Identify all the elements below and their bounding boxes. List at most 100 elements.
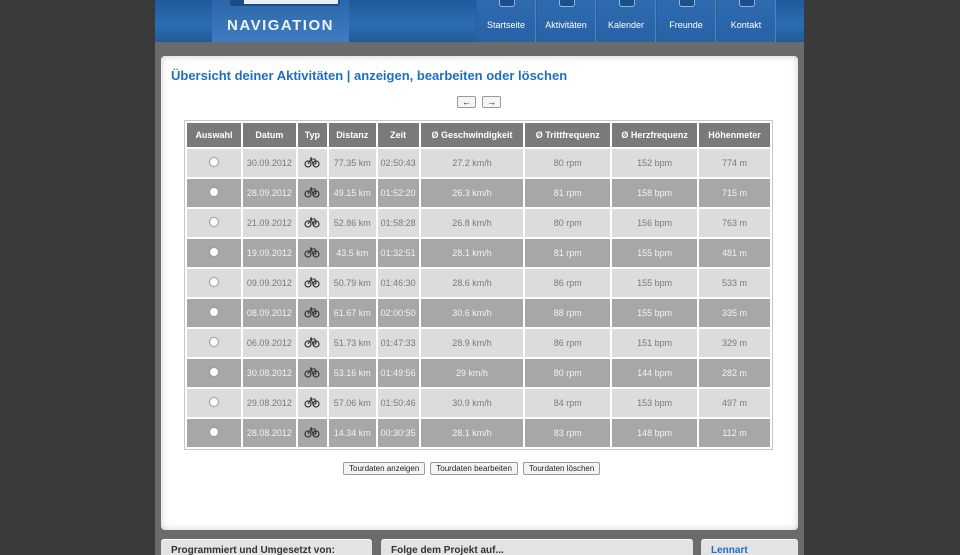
type-cell xyxy=(297,299,327,327)
heart-rate-cell: 144 bpm xyxy=(612,359,698,387)
elevation-cell: 497 m xyxy=(699,389,770,417)
nav-label: Kalender xyxy=(607,20,645,30)
pager: ← → xyxy=(457,96,501,108)
table-row[interactable]: 08.09.2012 61.67 km 02:00:50 30.6 km/h 88 rp… xyxy=(187,299,770,327)
col-header-distanz: Distanz xyxy=(328,123,376,147)
table-row[interactable]: 28.08.2012 14.34 km 00:30:35 28.1 km/h 83 rp… xyxy=(187,419,770,447)
cadence-cell: 81 rpm xyxy=(525,239,611,267)
type-cell xyxy=(297,209,327,237)
activity-icon xyxy=(559,0,575,7)
distance-cell: 49.15 km xyxy=(328,179,376,207)
distance-cell: 52.86 km xyxy=(328,209,376,237)
footer-credits-label: Programmiert und Umgesetzt von: xyxy=(171,545,335,555)
table-row[interactable]: 06.09.2012 51.73 km 01:47:33 28.9 km/h 86 rp… xyxy=(187,329,770,357)
row-select-radio[interactable] xyxy=(208,187,219,197)
type-cell xyxy=(297,359,327,387)
footer-follow: Folge dem Projekt auf... xyxy=(381,539,693,555)
edit-tour-button[interactable]: Tourdaten bearbeiten xyxy=(430,462,518,475)
main-nav: Startseite Aktivitäten Kalender Freunde … xyxy=(476,0,776,42)
table-row[interactable]: 30.08.2012 53.16 km 01:49:56 29 km/h 80 rpm 1… xyxy=(187,359,770,387)
col-header-typ: Typ xyxy=(297,123,327,147)
distance-cell: 14.34 km xyxy=(328,419,376,447)
select-cell xyxy=(187,419,241,447)
row-select-radio[interactable] xyxy=(208,427,219,437)
time-cell: 01:50:46 xyxy=(377,389,419,417)
home-icon xyxy=(499,0,515,7)
cadence-cell: 80 rpm xyxy=(525,149,611,177)
row-select-radio[interactable] xyxy=(208,337,219,347)
cadence-cell: 83 rpm xyxy=(525,419,611,447)
nav-item-startseite[interactable]: Startseite xyxy=(476,0,536,42)
elevation-cell: 282 m xyxy=(699,359,770,387)
speed-cell: 30.9 km/h xyxy=(420,389,524,417)
heart-rate-cell: 148 bpm xyxy=(612,419,698,447)
row-select-radio[interactable] xyxy=(208,157,219,167)
cadence-cell: 86 rpm xyxy=(525,329,611,357)
cadence-cell: 88 rpm xyxy=(525,299,611,327)
select-cell xyxy=(187,389,241,417)
date-cell: 08.09.2012 xyxy=(242,299,296,327)
row-select-radio[interactable] xyxy=(208,277,219,287)
nav-item-kontakt[interactable]: Kontakt xyxy=(716,0,776,42)
bike-icon xyxy=(304,276,320,288)
date-cell: 30.09.2012 xyxy=(242,149,296,177)
select-cell xyxy=(187,149,241,177)
elevation-cell: 715 m xyxy=(699,179,770,207)
select-cell xyxy=(187,269,241,297)
delete-tour-button[interactable]: Tourdaten löschen xyxy=(522,462,601,475)
next-page-button[interactable]: → xyxy=(482,96,501,108)
heart-rate-cell: 158 bpm xyxy=(612,179,698,207)
row-select-radio[interactable] xyxy=(208,247,219,257)
elevation-cell: 329 m xyxy=(699,329,770,357)
distance-cell: 53.16 km xyxy=(328,359,376,387)
distance-cell: 51.73 km xyxy=(328,329,376,357)
table-row[interactable]: 21.09.2012 52.86 km 01:58:28 26.8 km/h 80 rp… xyxy=(187,209,770,237)
select-cell xyxy=(187,329,241,357)
row-select-radio[interactable] xyxy=(208,307,219,317)
page-title: Übersicht deiner Aktivitäten | anzeigen,… xyxy=(171,68,568,83)
heart-rate-cell: 156 bpm xyxy=(612,209,698,237)
nav-item-kalender[interactable]: Kalender xyxy=(596,0,656,42)
brand[interactable]: NAVIGATION xyxy=(212,0,349,42)
table-row[interactable]: 30.09.2012 77.35 km 02:50:43 27.2 km/h 80 rp… xyxy=(187,149,770,177)
heart-rate-cell: 152 bpm xyxy=(612,149,698,177)
distance-cell: 61.67 km xyxy=(328,299,376,327)
nav-item-freunde[interactable]: Freunde xyxy=(656,0,716,42)
bike-icon xyxy=(304,186,320,198)
footer-user-label[interactable]: Lennart xyxy=(711,545,748,555)
speed-cell: 28.6 km/h xyxy=(420,269,524,297)
row-select-radio[interactable] xyxy=(208,397,219,407)
nav-label: Startseite xyxy=(486,20,526,30)
bike-icon xyxy=(304,366,320,378)
heart-rate-cell: 153 bpm xyxy=(612,389,698,417)
type-cell xyxy=(297,269,327,297)
cadence-cell: 80 rpm xyxy=(525,359,611,387)
select-cell xyxy=(187,179,241,207)
table-row[interactable]: 28.09.2012 49.15 km 01:52:20 26.3 km/h 81 rp… xyxy=(187,179,770,207)
bike-icon xyxy=(304,306,320,318)
footer-user: Lennart xyxy=(701,539,798,555)
show-tour-button[interactable]: Tourdaten anzeigen xyxy=(343,462,426,475)
date-cell: 28.09.2012 xyxy=(242,179,296,207)
content-panel: Übersicht deiner Aktivitäten | anzeigen,… xyxy=(161,56,798,530)
distance-cell: 43.5 km xyxy=(328,239,376,267)
prev-page-button[interactable]: ← xyxy=(457,96,476,108)
date-cell: 28.08.2012 xyxy=(242,419,296,447)
table-row[interactable]: 29.08.2012 57.06 km 01:50:46 30.9 km/h 84 rp… xyxy=(187,389,770,417)
contact-icon xyxy=(739,0,755,7)
row-select-radio[interactable] xyxy=(208,367,219,377)
date-cell: 29.08.2012 xyxy=(242,389,296,417)
bike-icon xyxy=(304,246,320,258)
cadence-cell: 80 rpm xyxy=(525,209,611,237)
heart-rate-cell: 155 bpm xyxy=(612,239,698,267)
type-cell xyxy=(297,149,327,177)
table-row[interactable]: 09.09.2012 50.79 km 01:46:30 28.6 km/h 86 rp… xyxy=(187,269,770,297)
nav-item-aktivitaeten[interactable]: Aktivitäten xyxy=(536,0,596,42)
row-select-radio[interactable] xyxy=(208,217,219,227)
distance-cell: 77.35 km xyxy=(328,149,376,177)
date-cell: 09.09.2012 xyxy=(242,269,296,297)
table-row[interactable]: 19.09.2012 43.5 km 01:32:51 28.1 km/h 81 rpm… xyxy=(187,239,770,267)
time-cell: 00:30:35 xyxy=(377,419,419,447)
nav-label: Aktivitäten xyxy=(545,20,587,30)
elevation-cell: 774 m xyxy=(699,149,770,177)
